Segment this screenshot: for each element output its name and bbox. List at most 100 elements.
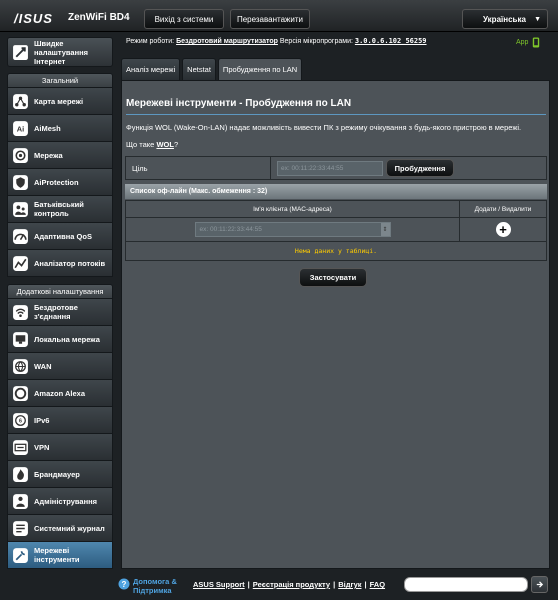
top-bar: /ISUS ZenWiFi BD4 Вихід з системи Переза… bbox=[0, 0, 558, 32]
reboot-button[interactable]: Перезавантажити bbox=[230, 9, 310, 29]
sidebar-item-label: Amazon Alexa bbox=[34, 388, 85, 398]
feedback-link[interactable]: Відгук bbox=[338, 580, 361, 589]
sidebar-item-adaptive-qos[interactable]: Адаптивна QoS bbox=[7, 223, 113, 250]
sidebar-item-lan[interactable]: Локальна мережа bbox=[7, 326, 113, 353]
mode-label: Режим роботи: bbox=[126, 38, 175, 45]
app-indicator[interactable]: App bbox=[516, 37, 541, 48]
sidebar-item-label: Системний журнал bbox=[34, 523, 105, 533]
wireless-icon bbox=[12, 304, 29, 321]
footer-links: ASUS Support | Реєстрація продукту | Від… bbox=[193, 580, 385, 589]
app-label: App bbox=[516, 39, 529, 46]
advanced-header: Додаткові налаштування bbox=[7, 284, 113, 299]
what-is-wol: Що таке WOL? bbox=[126, 140, 178, 149]
what-is-suffix: ? bbox=[173, 140, 179, 149]
firmware-version-link[interactable]: 3.0.0.6.102_56259 bbox=[355, 37, 427, 45]
tab-wake-on-lan[interactable]: Пробудження по LAN bbox=[217, 58, 303, 80]
sidebar-item-network-map[interactable]: Карта мережі bbox=[7, 88, 113, 115]
sidebar-item-vpn[interactable]: VPN bbox=[7, 434, 113, 461]
sidebar-item-label: Батьківський контроль bbox=[34, 200, 84, 218]
wol-link[interactable]: WOL bbox=[156, 140, 174, 149]
sidebar-item-traffic-analyzer[interactable]: Аналізатор потоків bbox=[7, 250, 113, 277]
administration-icon bbox=[12, 493, 29, 510]
svg-text:6: 6 bbox=[19, 418, 22, 424]
sidebar-item-network-tools[interactable]: Мережеві інструменти bbox=[7, 542, 113, 569]
aiprotection-icon bbox=[12, 174, 29, 191]
footer-separator: | bbox=[247, 580, 250, 589]
sidebar-item-label: Бездротове з'єднання bbox=[34, 303, 78, 321]
svg-text:Ai: Ai bbox=[17, 124, 24, 133]
svg-text:?: ? bbox=[122, 580, 127, 589]
no-data-message: Нема даних у таблиці. bbox=[125, 242, 547, 261]
page-description: Функція WOL (Wake-On-LAN) надає можливіс… bbox=[126, 123, 522, 132]
client-mac-placeholder: ex: 00:11:22:33:44:55 bbox=[199, 226, 262, 233]
target-label: Ціль bbox=[126, 157, 271, 179]
sidebar-item-label: Локальна мережа bbox=[34, 334, 100, 344]
logout-button[interactable]: Вихід з системи bbox=[144, 9, 224, 29]
sidebar-item-firewall[interactable]: Брандмауер bbox=[7, 461, 113, 488]
asus-support-link[interactable]: ASUS Support bbox=[193, 580, 245, 589]
footer-separator: | bbox=[333, 580, 336, 589]
sidebar-item-system-log[interactable]: Системний журнал bbox=[7, 515, 113, 542]
alexa-icon bbox=[12, 385, 29, 402]
content-panel: Мережеві інструменти - Пробудження по LA… bbox=[121, 80, 550, 569]
sidebar-item-label: Брандмауер bbox=[34, 469, 80, 479]
language-label: Українська bbox=[483, 14, 526, 24]
page-title: Мережеві інструменти - Пробудження по LA… bbox=[126, 98, 352, 109]
offline-list-header: Список оф-лайн (Макс. обмеження : 32) bbox=[125, 184, 547, 199]
sidebar-item-administration[interactable]: Адміністрування bbox=[7, 488, 113, 515]
parental-control-icon bbox=[12, 201, 29, 218]
target-cell: ex: 00:11:22:33:44:55 Пробудження bbox=[271, 157, 546, 179]
sidebar-item-wan[interactable]: WAN bbox=[7, 353, 113, 380]
arrow-right-icon bbox=[536, 581, 544, 588]
traffic-analyzer-icon bbox=[12, 255, 29, 272]
sidebar-item-label: Адаптивна QoS bbox=[34, 231, 92, 241]
sidebar-item-label: WAN bbox=[34, 361, 52, 371]
sidebar-item-label: AiMesh bbox=[34, 123, 61, 133]
help-icon: ? bbox=[118, 578, 130, 590]
operation-mode-link[interactable]: Бездротовий маршрутизатор bbox=[176, 38, 278, 45]
tab-netstat[interactable]: Netstat bbox=[182, 58, 216, 80]
language-select[interactable]: Українська ▼ bbox=[462, 9, 548, 29]
search-input[interactable] bbox=[404, 577, 528, 592]
advanced-nav: Бездротове з'єднання Локальна мережа WAN… bbox=[7, 299, 113, 569]
title-divider bbox=[126, 114, 546, 115]
target-mac-input[interactable]: ex: 00:11:22:33:44:55 bbox=[277, 160, 383, 176]
model-name: ZenWiFi BD4 bbox=[68, 12, 130, 23]
general-header: Загальний bbox=[7, 73, 113, 88]
sidebar-item-wireless[interactable]: Бездротове з'єднання bbox=[7, 299, 113, 326]
qis-label: Швидке налаштування Інтернет bbox=[34, 38, 89, 66]
apply-button[interactable]: Застосувати bbox=[299, 268, 367, 287]
add-client-row: ex: 00:11:22:33:44:55 ⇕ + bbox=[125, 218, 547, 242]
sidebar-item-label: VPN bbox=[34, 442, 50, 452]
sidebar-item-label: Мережа bbox=[34, 150, 63, 160]
network-map-icon bbox=[12, 93, 29, 110]
general-nav: Карта мережі Ai AiMesh Мережа AiProtecti… bbox=[7, 88, 113, 277]
chevron-down-icon: ▼ bbox=[534, 16, 541, 23]
what-is-prefix: Що таке bbox=[126, 140, 155, 149]
faq-link[interactable]: FAQ bbox=[370, 580, 385, 589]
add-icon[interactable]: + bbox=[495, 222, 511, 237]
product-registration-link[interactable]: Реєстрація продукту bbox=[253, 580, 330, 589]
sidebar-item-network[interactable]: Мережа bbox=[7, 142, 113, 169]
sidebar-item-label: Аналізатор потоків bbox=[34, 258, 106, 268]
dropdown-arrows-icon[interactable]: ⇕ bbox=[380, 223, 390, 236]
phone-app-icon bbox=[533, 37, 540, 48]
client-name-column-header: Ім'я клієнта (MAC-адреса) bbox=[126, 201, 460, 217]
network-icon bbox=[12, 147, 29, 164]
sidebar-item-aimesh[interactable]: Ai AiMesh bbox=[7, 115, 113, 142]
client-input-cell: ex: 00:11:22:33:44:55 ⇕ bbox=[126, 218, 460, 241]
help-support-link[interactable]: Допомога & Підтримка bbox=[133, 577, 188, 595]
wake-button[interactable]: Пробудження bbox=[386, 159, 454, 177]
sidebar-item-alexa[interactable]: Amazon Alexa bbox=[7, 380, 113, 407]
sidebar-item-aiprotection[interactable]: AiProtection bbox=[7, 169, 113, 196]
tab-network-analysis[interactable]: Аналіз мережі bbox=[121, 58, 181, 80]
offline-list-columns: Ім'я клієнта (MAC-адреса) Додати / Видал… bbox=[125, 200, 547, 218]
quick-internet-setup[interactable]: Швидке налаштування Інтернет bbox=[7, 37, 113, 67]
sidebar-item-parental-control[interactable]: Батьківський контроль bbox=[7, 196, 113, 223]
search-button[interactable] bbox=[531, 576, 548, 593]
qos-icon bbox=[12, 228, 29, 245]
sidebar-item-label: Мережеві інструменти bbox=[34, 546, 80, 564]
sidebar-item-label: AiProtection bbox=[34, 177, 79, 187]
client-mac-input[interactable]: ex: 00:11:22:33:44:55 ⇕ bbox=[194, 222, 391, 237]
sidebar-item-ipv6[interactable]: 6 IPv6 bbox=[7, 407, 113, 434]
